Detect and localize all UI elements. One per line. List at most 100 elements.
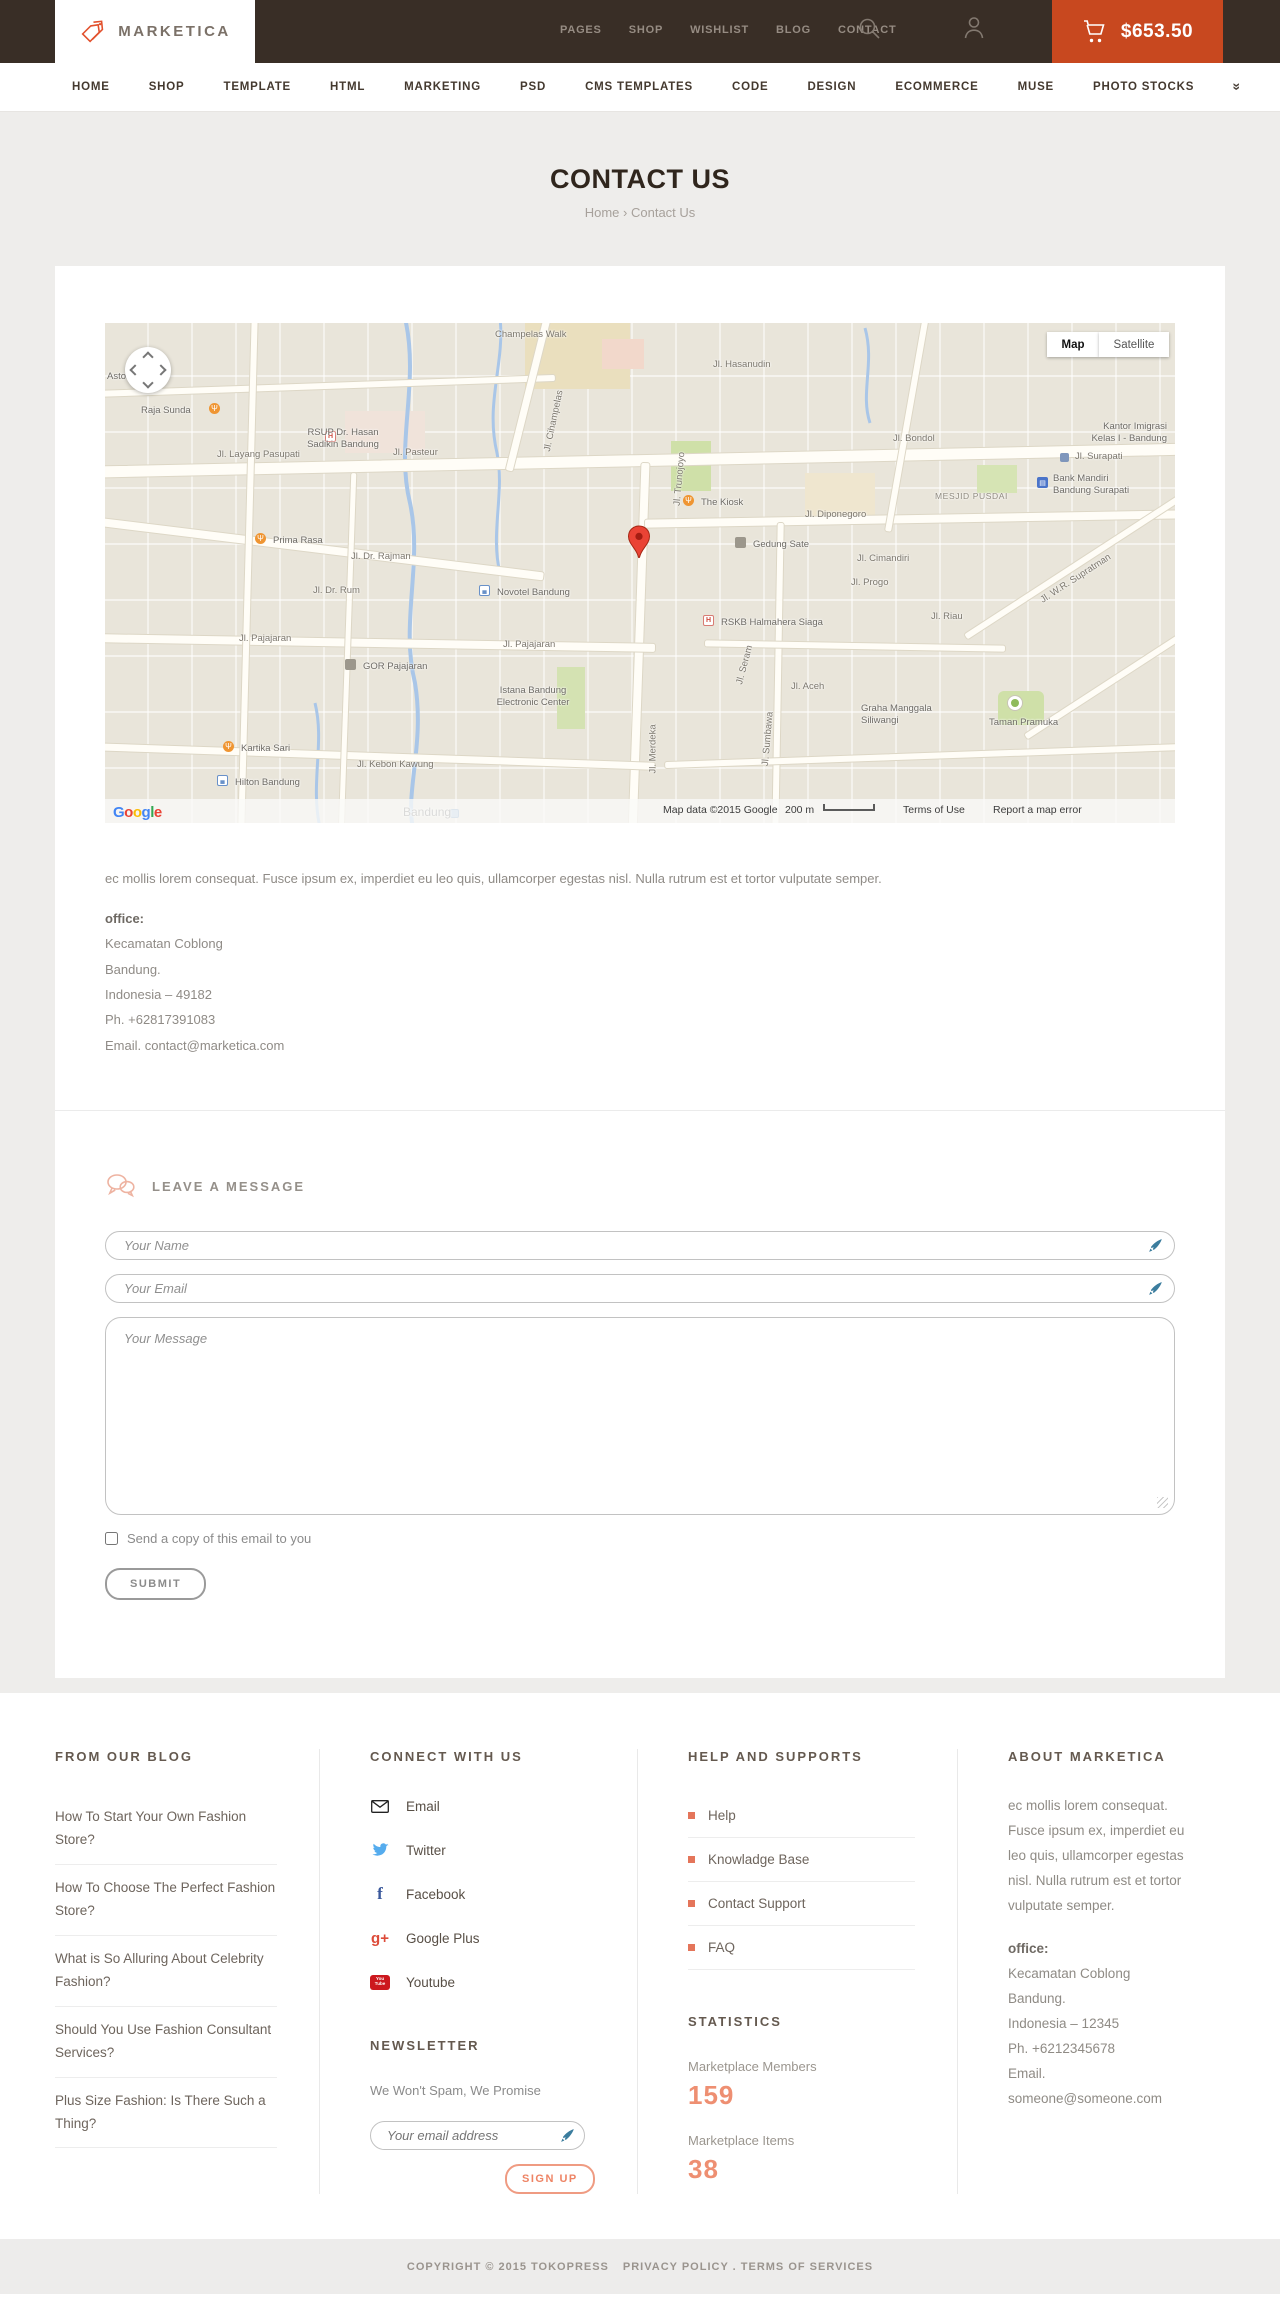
map-attribution-bar: Google Map data ©2015 Google 200 m Terms… — [105, 799, 1175, 823]
legal-links[interactable]: PRIVACY POLICY . TERMS OF SERVICES — [623, 2261, 873, 2273]
map-label: The Kiosk — [701, 497, 744, 508]
map-label: MESJID PUSDAI — [935, 491, 1008, 501]
map-label: Jl. Pasteur — [393, 447, 438, 458]
google-logo: Google — [113, 804, 162, 821]
blog-link[interactable]: How To Start Your Own Fashion Store? — [55, 1794, 277, 1865]
subnav-marketing[interactable]: MARKETING — [404, 81, 481, 93]
connect-facebook-link[interactable]: f Facebook — [370, 1882, 595, 1906]
bank-poi-icon — [1037, 477, 1048, 488]
footer-help-column: HELP AND SUPPORTS Help Knowladge Base Co… — [638, 1749, 958, 2195]
map-pan-control[interactable] — [125, 347, 171, 393]
office-line: Ph. +6212345678 — [1008, 2040, 1115, 2056]
help-link[interactable]: Knowladge Base — [688, 1838, 915, 1883]
office-address-block: office: Kecamatan Coblong Bandung. Indon… — [105, 906, 1175, 1058]
map-label: Bank Mandiri Bandung Surapati — [1053, 473, 1130, 496]
map-label: Novotel Bandung — [497, 587, 570, 598]
blog-link[interactable]: Plus Size Fashion: Is There Such a Thing… — [55, 2078, 277, 2149]
blog-link[interactable]: How To Choose The Perfect Fashion Store? — [55, 1865, 277, 1936]
map-label: GOR Pajajaran — [363, 661, 428, 672]
connect-googleplus-link[interactable]: g+ Google Plus — [370, 1926, 595, 1950]
footer-connect-column: CONNECT WITH US Email Twitter f Facebook… — [320, 1749, 638, 2195]
connect-twitter-link[interactable]: Twitter — [370, 1838, 595, 1862]
email-input[interactable] — [105, 1274, 1175, 1304]
help-link[interactable]: Help — [688, 1794, 915, 1839]
stat-label: Marketplace Items — [688, 2133, 795, 2149]
subnav-shop[interactable]: SHOP — [149, 81, 185, 93]
submit-button[interactable]: SUBMIT — [105, 1568, 207, 1601]
report-map-error-link[interactable]: Report a map error — [993, 804, 1082, 816]
map-label: Taman Pramuka — [989, 717, 1059, 728]
newsletter-email-input[interactable] — [370, 2121, 585, 2151]
breadcrumb-separator: › — [623, 205, 628, 220]
subnav-ecommerce[interactable]: ECOMMERCE — [895, 81, 978, 93]
twitter-icon — [370, 1842, 390, 1858]
leave-message-section: LEAVE A MESSAGE Send a copy of this emai… — [105, 1111, 1175, 1601]
restaurant-poi-icon — [683, 495, 694, 506]
map-pin-marker[interactable] — [627, 525, 651, 564]
brand-logo[interactable]: MARKETICA — [55, 0, 255, 63]
terms-of-use-link[interactable]: Terms of Use — [903, 804, 965, 816]
map-label: Jl. Layang Pasupati — [217, 449, 300, 460]
stat-value: 159 — [688, 2080, 735, 2111]
copyright-bar: COPYRIGHT © 2015 TOKOPRESS PRIVACY POLIC… — [0, 2239, 1280, 2295]
subnav-photo-stocks[interactable]: PHOTO STOCKS — [1093, 81, 1194, 93]
name-input[interactable] — [105, 1231, 1175, 1261]
map-type-satellite-button[interactable]: Satellite — [1099, 332, 1169, 357]
header-nav: PAGES SHOP WISHLIST BLOG CONTACT — [560, 0, 897, 59]
map-label: Hilton Bandung — [235, 777, 300, 788]
office-line: Bandung. — [1008, 1990, 1066, 2006]
stat-value: 38 — [688, 2154, 719, 2185]
connect-heading: CONNECT WITH US — [370, 1749, 523, 1765]
footer-about-column: ABOUT MARKETICA ec mollis lorem consequa… — [958, 1749, 1240, 2194]
pen-icon — [1149, 1239, 1162, 1257]
hotel-poi-icon — [217, 775, 228, 786]
nav-blog[interactable]: BLOG — [776, 24, 811, 36]
newsletter-tagline: We Won't Spam, We Promise — [370, 2083, 541, 2099]
building-poi-icon — [735, 537, 746, 548]
help-link[interactable]: Contact Support — [688, 1882, 915, 1927]
pan-up-arrow[interactable] — [142, 351, 154, 363]
signup-button[interactable]: SIGN UP — [505, 2164, 595, 2195]
pan-down-arrow[interactable] — [142, 377, 154, 389]
subnav-psd[interactable]: PSD — [520, 81, 546, 93]
map-type-map-button[interactable]: Map — [1047, 332, 1099, 357]
stat-label: Marketplace Members — [688, 2059, 817, 2075]
map-label: Jl. Progo — [851, 577, 889, 588]
subnav-home[interactable]: HOME — [72, 81, 110, 93]
subnav-design[interactable]: DESIGN — [807, 81, 856, 93]
blog-link[interactable]: What is So Alluring About Celebrity Fash… — [55, 1936, 277, 2007]
chevron-double-down-icon[interactable]: » — [1230, 83, 1246, 92]
hospital-poi-icon — [703, 615, 714, 626]
blog-link[interactable]: Should You Use Fashion Consultant Servic… — [55, 2007, 277, 2078]
breadcrumb-home[interactable]: Home — [585, 205, 620, 220]
map-label: Jl. Pajajaran — [239, 633, 292, 644]
message-textarea[interactable] — [105, 1317, 1175, 1516]
nav-shop[interactable]: SHOP — [629, 24, 663, 36]
about-heading: ABOUT MARKETICA — [1008, 1749, 1166, 1765]
help-link[interactable]: FAQ — [688, 1926, 915, 1971]
subnav-code[interactable]: CODE — [732, 81, 768, 93]
pen-icon — [1149, 1282, 1162, 1300]
map-label: Jl. Riau — [931, 611, 963, 622]
map-label: Jl. Cimandiri — [857, 553, 910, 564]
nav-wishlist[interactable]: WISHLIST — [690, 24, 749, 36]
cart-button[interactable]: $653.50 — [1052, 0, 1223, 63]
user-account-icon[interactable] — [964, 16, 984, 44]
subnav-muse[interactable]: MUSE — [1018, 81, 1054, 93]
connect-youtube-link[interactable]: You tube — [370, 1970, 595, 1994]
pan-left-arrow[interactable] — [129, 364, 141, 376]
map-label: Raja Sunda — [141, 405, 191, 416]
nav-pages[interactable]: PAGES — [560, 24, 602, 36]
bullet-icon — [688, 1856, 695, 1864]
connect-email-link[interactable]: Email — [370, 1794, 595, 1818]
google-plus-icon: g+ — [371, 1929, 389, 1947]
send-copy-checkbox[interactable] — [105, 1532, 118, 1546]
map-label: Jl. Hasanudin — [713, 359, 771, 370]
subnav-html[interactable]: HTML — [330, 81, 365, 93]
search-icon[interactable] — [858, 17, 880, 44]
road-shield-icon — [1060, 453, 1069, 462]
google-map[interactable]: Champelas Walk Jl. Hasanudin Aston Raja … — [105, 323, 1175, 823]
pan-right-arrow[interactable] — [155, 364, 167, 376]
subnav-cms-templates[interactable]: CMS TEMPLATES — [585, 81, 693, 93]
subnav-template[interactable]: TEMPLATE — [224, 81, 292, 93]
